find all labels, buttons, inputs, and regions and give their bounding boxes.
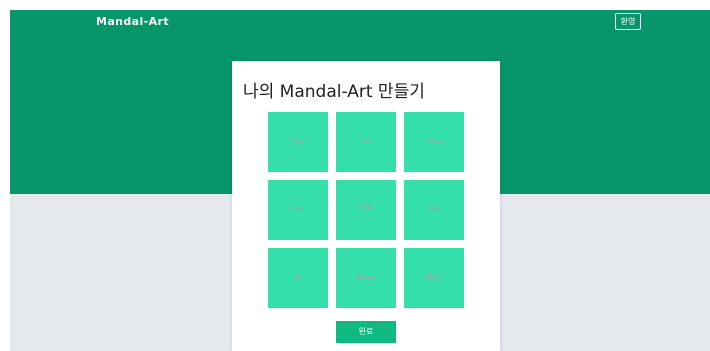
page-title: 나의 Mandal-Art 만들기: [243, 82, 425, 102]
grid-cell-six[interactable]: Six: [268, 248, 328, 308]
done-button[interactable]: 완료: [336, 321, 396, 343]
app-viewport: Mandal-Art 환영 나의 Mandal-Art 만들기 One Two …: [10, 10, 710, 351]
grid-cell-two[interactable]: Two: [336, 112, 396, 172]
grid-cell-five[interactable]: Five: [404, 180, 464, 240]
greeting-button[interactable]: 환영: [615, 13, 641, 30]
brand-logo[interactable]: Mandal-Art: [96, 15, 169, 28]
mandalart-card: 나의 Mandal-Art 만들기 One Two Three Four 목표 …: [232, 61, 500, 351]
grid-cell-one[interactable]: One: [268, 112, 328, 172]
grid-cell-four[interactable]: Four: [268, 180, 328, 240]
grid-cell-eight[interactable]: Eight: [404, 248, 464, 308]
mandalart-grid: One Two Three Four 목표 Five Six Seven Eig…: [268, 112, 464, 309]
grid-cell-three[interactable]: Three: [404, 112, 464, 172]
grid-cell-goal[interactable]: 목표: [336, 180, 396, 240]
grid-cell-seven[interactable]: Seven: [336, 248, 396, 308]
